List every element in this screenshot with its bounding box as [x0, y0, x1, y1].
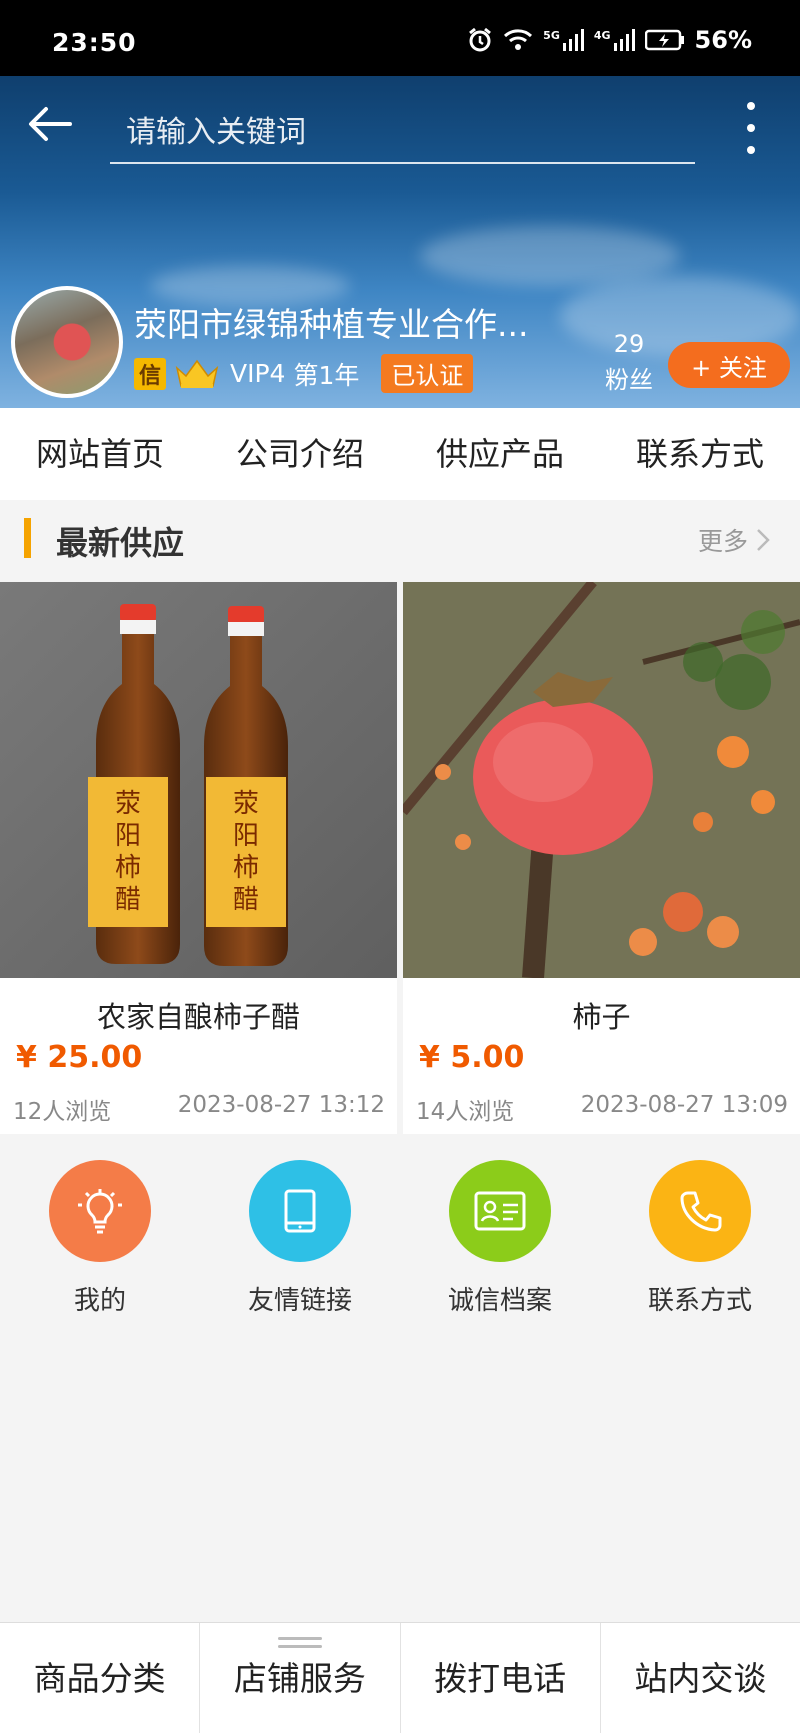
product-grid: 荥 阳 柿 醋 荥 阳 柿 醋 农家自酿柿子醋 ¥ 25.00 12人浏览 20… [0, 582, 800, 1134]
quick-link-credit-file[interactable]: 诚信档案 [400, 1134, 600, 1334]
search-input[interactable] [110, 104, 695, 160]
fans-count: 29 [613, 330, 645, 358]
tab-contact[interactable]: 联系方式 [600, 408, 800, 500]
quick-link-label: 友情链接 [247, 1286, 352, 1316]
svg-text:荥: 荥 [115, 789, 141, 819]
shop-avatar[interactable] [11, 286, 123, 398]
bottom-toolbar: 商品分类 店铺服务 拨打电话 站内交谈 [0, 1622, 800, 1733]
membership-year: 第1年 [293, 360, 360, 390]
svg-text:柿: 柿 [115, 853, 141, 883]
product-views: 14人浏览 [416, 1099, 515, 1125]
battery-percent: 56% [694, 26, 752, 54]
section-title: 最新供应 [56, 524, 185, 562]
product-image[interactable]: 荥 阳 柿 醋 荥 阳 柿 醋 [0, 582, 397, 978]
more-menu-icon[interactable] [738, 96, 764, 160]
quick-link-label: 诚信档案 [447, 1286, 552, 1316]
signal-4g-label: 4G [593, 29, 611, 42]
credit-badge: 信 [134, 357, 166, 390]
product-price: ¥ 5.00 [419, 1040, 525, 1075]
fans-label: 粉丝 [605, 366, 653, 394]
svg-text:柿: 柿 [233, 853, 259, 883]
product-image[interactable] [403, 582, 800, 978]
wifi-icon [504, 29, 533, 50]
signal-5g-icon: 5G [543, 29, 584, 51]
more-link[interactable]: 更多 [698, 522, 770, 558]
tab-company-intro[interactable]: 公司介绍 [200, 408, 400, 500]
tab-products[interactable]: 供应产品 [400, 408, 600, 500]
product-name[interactable]: 农家自酿柿子醋 [0, 994, 397, 1036]
tab-home[interactable]: 网站首页 [0, 408, 200, 500]
svg-text:醋: 醋 [233, 885, 259, 915]
vip-level: VIP4 [230, 359, 286, 388]
verified-badge: 已认证 [381, 354, 474, 393]
latest-supply-header: 最新供应 更多 [0, 500, 800, 582]
signal-4g-icon: 4G [594, 29, 635, 51]
product-date: 2023-08-27 13:09 [580, 1092, 788, 1118]
quick-link-label: 联系方式 [647, 1286, 752, 1316]
shop-header: 荥阳市绿锦种植专业合作... 信 VIP4 第1年 已认证 29 粉丝 + 关注 [0, 76, 800, 408]
quick-link-contact[interactable]: 联系方式 [600, 1134, 800, 1334]
call-button[interactable]: 拨打电话 [399, 1623, 600, 1733]
chat-button[interactable]: 站内交谈 [599, 1623, 800, 1733]
chevron-right-icon [757, 529, 770, 551]
crown-icon [175, 359, 219, 388]
status-icons: 5G 4G 56% [467, 26, 752, 54]
svg-text:阳: 阳 [115, 821, 141, 851]
quick-link-friend-links[interactable]: 友情链接 [200, 1134, 400, 1334]
product-name[interactable]: 柿子 [403, 994, 800, 1036]
quick-link-label: 我的 [73, 1286, 126, 1316]
product-views: 12人浏览 [13, 1099, 112, 1125]
status-bar: 23:50 5G 4G 56% [0, 0, 800, 76]
follow-button[interactable]: + 关注 [668, 342, 790, 388]
product-card[interactable]: 柿子 ¥ 5.00 14人浏览 2023-08-27 13:09 [403, 582, 800, 1134]
shop-service-button[interactable]: 店铺服务 [199, 1623, 399, 1733]
search-box[interactable] [110, 104, 695, 164]
alarm-icon [469, 27, 492, 52]
product-category-button[interactable]: 商品分类 [0, 1623, 199, 1733]
back-arrow-icon[interactable] [24, 98, 76, 150]
phone-icon[interactable] [649, 1160, 751, 1262]
lightbulb-icon[interactable] [49, 1160, 151, 1262]
shop-badges: 信 VIP4 第1年 已认证 [134, 354, 474, 393]
id-card-icon[interactable] [449, 1160, 551, 1262]
fans-counter: 29 粉丝 [590, 330, 668, 395]
svg-text:醋: 醋 [115, 885, 141, 915]
section-accent-bar [24, 518, 31, 558]
shop-service-label: 店铺服务 [233, 1659, 366, 1698]
svg-text:荥: 荥 [233, 789, 259, 819]
product-price: ¥ 25.00 [16, 1040, 143, 1075]
svg-text:阳: 阳 [233, 821, 259, 851]
tablet-icon[interactable] [249, 1160, 351, 1262]
product-card[interactable]: 荥 阳 柿 醋 荥 阳 柿 醋 农家自酿柿子醋 ¥ 25.00 12人浏览 20… [0, 582, 397, 1134]
shop-nav: 网站首页 公司介绍 供应产品 联系方式 [0, 408, 800, 500]
product-date: 2023-08-27 13:12 [177, 1092, 385, 1118]
quick-links: 我的 友情链接 诚信档案 联系方式 [0, 1134, 800, 1334]
more-label: 更多 [697, 527, 748, 556]
signal-5g-label: 5G [543, 29, 560, 42]
status-time: 23:50 [52, 28, 137, 57]
company-name: 荥阳市绿锦种植专业合作... [134, 305, 529, 344]
quick-link-mine[interactable]: 我的 [0, 1134, 200, 1334]
battery-icon [644, 29, 684, 51]
menu-handle-icon [277, 1637, 322, 1653]
